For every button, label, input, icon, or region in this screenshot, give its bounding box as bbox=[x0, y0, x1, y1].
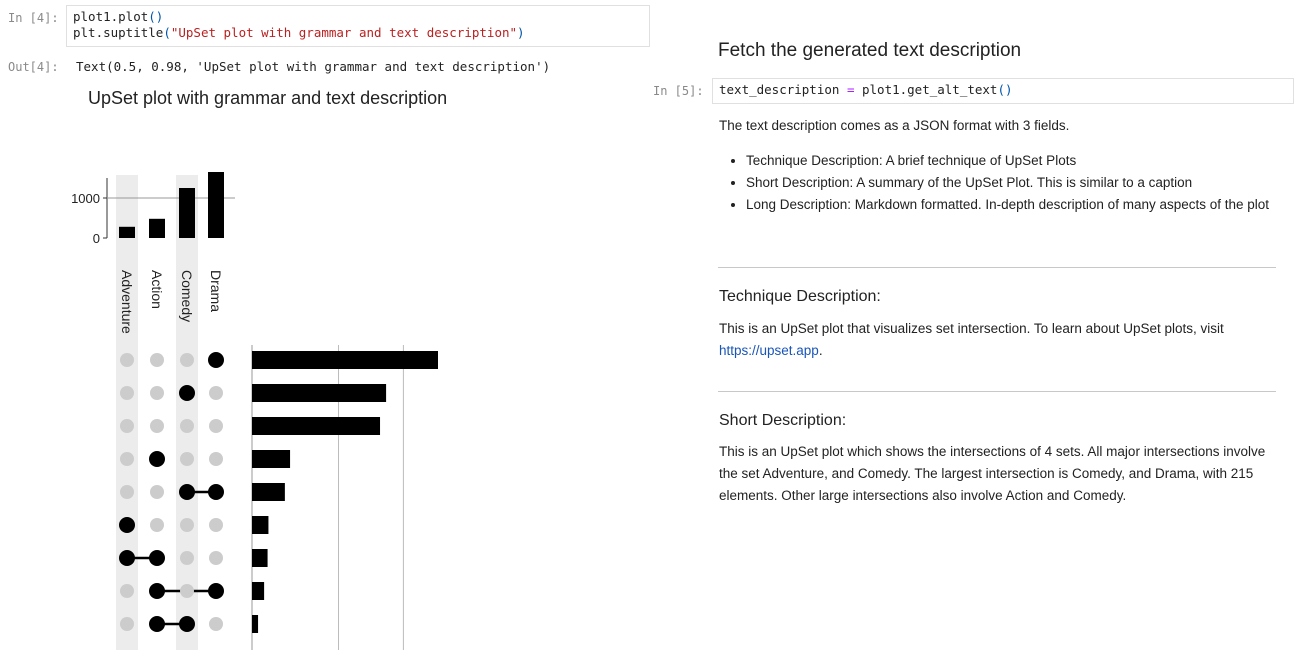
upset-link[interactable]: https://upset.app bbox=[719, 343, 819, 358]
in-prompt-5: In [5]: bbox=[653, 84, 704, 98]
period: . bbox=[818, 343, 823, 358]
matrix-dot-inactive bbox=[150, 419, 164, 433]
intersection-bar bbox=[252, 615, 259, 633]
code-operator: = bbox=[839, 82, 862, 97]
matrix-dot-inactive bbox=[209, 518, 223, 532]
intersection-bar bbox=[252, 417, 381, 435]
intersection-bar bbox=[252, 483, 285, 501]
matrix-dot-inactive bbox=[120, 584, 134, 598]
technique-body: This is an UpSet plot that visualizes se… bbox=[719, 321, 1224, 336]
fetch-heading: Fetch the generated text description bbox=[718, 40, 1022, 61]
matrix-dot-inactive bbox=[180, 419, 194, 433]
matrix-dot-inactive bbox=[120, 386, 134, 400]
matrix-dot-inactive bbox=[209, 386, 223, 400]
code-line-1: plot1.plot() bbox=[73, 9, 643, 25]
matrix-dot-active bbox=[179, 484, 195, 500]
matrix-dot-inactive bbox=[180, 518, 194, 532]
upset-plot: 1000 0 Adventure Action Comedy Drama bbox=[71, 172, 438, 650]
matrix-dot-inactive bbox=[180, 584, 194, 598]
matrix-dot-inactive bbox=[180, 551, 194, 565]
matrix-dot-inactive bbox=[209, 452, 223, 466]
short-text: This is an UpSet plot which shows the in… bbox=[719, 444, 1266, 503]
matrix-dot-active bbox=[179, 385, 195, 401]
matrix-dot-inactive bbox=[180, 452, 194, 466]
in-prompt-4: In [4]: bbox=[8, 11, 59, 25]
set-size-bar bbox=[179, 188, 195, 238]
intersection-bar bbox=[252, 384, 387, 402]
matrix-dot-inactive bbox=[120, 452, 134, 466]
matrix-dot-active bbox=[149, 550, 165, 566]
matrix-dot-active bbox=[208, 484, 224, 500]
list-item: Short Description: A summary of the UpSe… bbox=[746, 172, 1296, 194]
set-label: Comedy bbox=[179, 270, 195, 322]
fields-list: Technique Description: A brief technique… bbox=[718, 150, 1296, 216]
code-token: () bbox=[997, 82, 1013, 97]
matrix-dot-active bbox=[119, 517, 135, 533]
set-label: Action bbox=[149, 270, 165, 309]
matrix-dot-inactive bbox=[209, 617, 223, 631]
short-heading: Short Description: bbox=[719, 412, 847, 429]
output-text: Text(0.5, 0.98, 'UpSet plot with grammar… bbox=[76, 59, 551, 74]
set-size-bar bbox=[119, 226, 135, 238]
matrix-dot-inactive bbox=[120, 617, 134, 631]
matrix-dot-active bbox=[119, 550, 135, 566]
intersection-bar bbox=[252, 582, 265, 600]
matrix-dot-inactive bbox=[150, 518, 164, 532]
set-size-bar bbox=[208, 172, 224, 238]
intersection-bar bbox=[252, 450, 291, 468]
y-tick-label: 0 bbox=[93, 231, 100, 246]
column-stripe bbox=[176, 175, 198, 650]
y-tick-label: 1000 bbox=[71, 191, 100, 206]
out-prompt-4: Out[4]: bbox=[8, 60, 59, 74]
set-size-bar bbox=[149, 218, 165, 238]
matrix-dot-inactive bbox=[209, 551, 223, 565]
matrix-dot-active bbox=[149, 451, 165, 467]
matrix-dot-inactive bbox=[150, 353, 164, 367]
code-token: plt.suptitle bbox=[73, 25, 164, 40]
intersection-bar bbox=[252, 351, 438, 369]
code-line: text_description = plot1.get_alt_text() bbox=[719, 82, 1287, 98]
code-token: plot1.plot bbox=[73, 9, 149, 24]
code-token: text_description bbox=[719, 82, 840, 97]
set-label: Drama bbox=[208, 270, 224, 312]
matrix-dot-inactive bbox=[150, 386, 164, 400]
matrix-dot-inactive bbox=[180, 353, 194, 367]
matrix-dot-inactive bbox=[209, 419, 223, 433]
code-token: plot1.get_alt_text bbox=[862, 82, 998, 97]
code-token: ) bbox=[517, 25, 525, 40]
list-item: Long Description: Markdown formatted. In… bbox=[746, 194, 1296, 216]
matrix-dot-active bbox=[208, 352, 224, 368]
matrix-dot-inactive bbox=[120, 485, 134, 499]
technique-heading: Technique Description: bbox=[719, 288, 881, 305]
code-token: () bbox=[148, 9, 164, 24]
matrix-dot-inactive bbox=[150, 485, 164, 499]
matrix-dot-inactive bbox=[120, 419, 134, 433]
divider bbox=[718, 267, 1276, 268]
matrix-dot-active bbox=[149, 616, 165, 632]
divider bbox=[718, 391, 1276, 392]
code-token: ( bbox=[163, 25, 171, 40]
code-cell-5[interactable]: text_description = plot1.get_alt_text() bbox=[712, 78, 1294, 104]
matrix-dot-active bbox=[149, 583, 165, 599]
chart-title: UpSet plot with grammar and text descrip… bbox=[88, 88, 448, 108]
set-label: Adventure bbox=[119, 270, 135, 334]
intersection-bar bbox=[252, 549, 268, 567]
technique-text: This is an UpSet plot that visualizes se… bbox=[719, 318, 1284, 362]
intro-text: The text description comes as a JSON for… bbox=[719, 118, 1070, 133]
intersection-bar bbox=[252, 516, 269, 534]
matrix-dot-active bbox=[208, 583, 224, 599]
matrix-dot-inactive bbox=[120, 353, 134, 367]
code-line-2: plt.suptitle("UpSet plot with grammar an… bbox=[73, 25, 643, 41]
matrix-dot-active bbox=[179, 616, 195, 632]
list-item: Technique Description: A brief technique… bbox=[746, 150, 1296, 172]
code-string: "UpSet plot with grammar and text descri… bbox=[170, 25, 518, 40]
code-cell-4[interactable]: plot1.plot() plt.suptitle("UpSet plot wi… bbox=[66, 5, 650, 47]
column-stripe bbox=[116, 175, 138, 650]
